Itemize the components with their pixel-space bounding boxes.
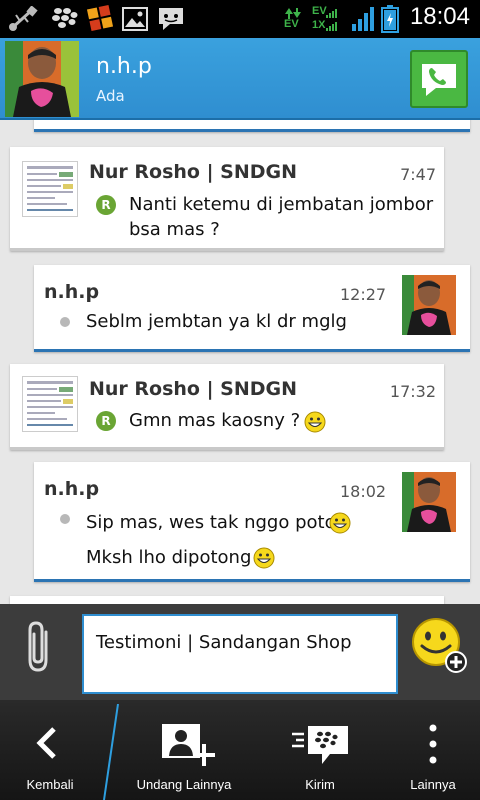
blackberry-icon (52, 8, 78, 28)
message-time: 12:27 (340, 285, 387, 304)
message-sender: n.h.p (44, 478, 100, 500)
message-time: 17:32 (389, 382, 436, 401)
invite-more-button[interactable]: Undang Lainnya (122, 700, 246, 800)
message-text-line: Mksh lho dipotong (86, 547, 252, 568)
call-button[interactable] (410, 50, 468, 108)
more-label: Lainnya (410, 777, 456, 792)
signal-icon (352, 7, 374, 31)
my-avatar[interactable] (402, 275, 456, 335)
app-grid-icon (86, 4, 114, 32)
message-list[interactable]: Nur Rosho | SNDGN 7:47 R Nanti ketemu di… (0, 120, 480, 604)
message-sender: Nur Rosho | SNDGN (89, 161, 298, 183)
message-bubble-partial (10, 596, 444, 604)
usb-icon (9, 6, 38, 31)
send-label: Kirim (305, 777, 335, 792)
paperclip-icon[interactable] (22, 620, 58, 676)
signal-bars-small-icon (326, 9, 337, 31)
send-button[interactable]: Kirim (262, 700, 378, 800)
chat-header: n.h.p Ada (0, 38, 480, 120)
delivery-status-icon (60, 514, 70, 524)
sender-avatar[interactable] (22, 161, 78, 217)
network-type-label: EV (284, 18, 299, 30)
emoji-add-icon[interactable] (410, 616, 470, 676)
my-avatar[interactable] (402, 472, 456, 532)
message-sender: n.h.p (44, 281, 100, 303)
network-type-label-2: EV (312, 5, 327, 17)
bbm-send-icon (292, 726, 348, 764)
contact-status: Ada (96, 87, 125, 105)
message-text-line: Gmn mas kaosny ? (129, 410, 301, 431)
message-bubble-partial (34, 120, 470, 132)
add-contact-icon (162, 724, 215, 766)
message-bubble-outgoing[interactable]: n.h.p 18:02 Sip mas, wes tak nggo poto M… (34, 462, 470, 582)
message-bubble-incoming[interactable]: Nur Rosho | SNDGN 17:32 R Gmn mas kaosny… (10, 364, 444, 450)
message-bubble-incoming[interactable]: Nur Rosho | SNDGN 7:47 R Nanti ketemu di… (10, 147, 444, 251)
delivery-status-icon (60, 317, 70, 327)
message-text-line: bsa mas ? (129, 219, 220, 240)
grin-emoji-icon (329, 512, 351, 534)
message-input[interactable]: Testimoni | Sandangan Shop (82, 614, 398, 694)
message-time: 7:47 (400, 165, 436, 184)
message-text-line: Sip mas, wes tak nggo poto (86, 512, 336, 533)
read-status-icon: R (96, 411, 116, 431)
bottom-action-bar: Kembali Undang Lainnya Kirim Lainnya (0, 700, 480, 800)
contact-name: n.h.p (96, 54, 152, 79)
more-button[interactable]: Lainnya (386, 700, 480, 800)
gallery-icon (122, 7, 148, 31)
read-status-icon: R (96, 195, 116, 215)
network-type-label-3: 1X (312, 19, 326, 31)
sender-avatar[interactable] (22, 376, 78, 432)
clock: 18:04 (409, 3, 470, 30)
bar-divider (103, 704, 119, 800)
message-sender: Nur Rosho | SNDGN (89, 378, 298, 400)
overflow-menu-icon (429, 724, 437, 764)
grin-emoji-icon (304, 411, 326, 433)
back-label: Kembali (26, 777, 74, 792)
grin-emoji-icon (253, 547, 275, 569)
message-text-line: Nanti ketemu di jembatan jombor (129, 194, 434, 215)
invite-more-label: Undang Lainnya (136, 777, 232, 792)
contact-avatar[interactable] (5, 41, 79, 117)
phone-icon (422, 64, 456, 96)
bbm-chat-icon (159, 8, 183, 30)
battery-icon (381, 5, 399, 33)
composer-bar: Testimoni | Sandangan Shop (0, 604, 480, 700)
message-bubble-outgoing[interactable]: n.h.p 12:27 Seblm jembtan ya kl dr mglg (34, 265, 470, 352)
message-text-line: Seblm jembtan ya kl dr mglg (86, 311, 347, 332)
message-time: 18:02 (340, 482, 387, 501)
back-chevron-icon (36, 727, 56, 759)
status-bar: EV EV 1X 18:04 (0, 0, 480, 38)
back-button[interactable]: Kembali (0, 700, 100, 800)
